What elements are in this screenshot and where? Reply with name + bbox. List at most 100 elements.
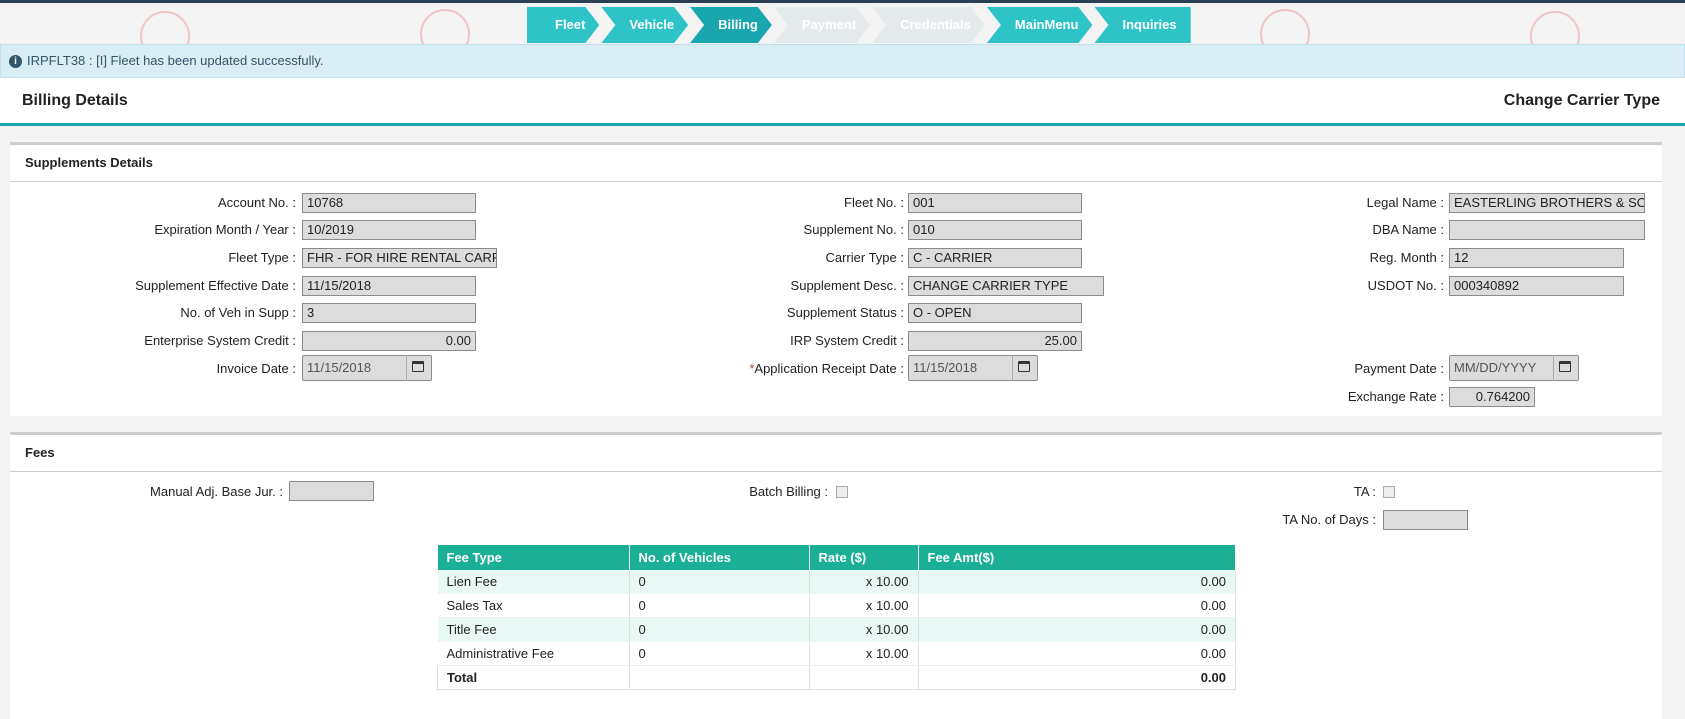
step-vehicle[interactable]: Vehicle <box>601 7 688 43</box>
rate-cell: x 10.00 <box>809 617 919 642</box>
payment-date-field[interactable]: MM/DD/YYYY <box>1449 355 1579 381</box>
payment-date-placeholder: MM/DD/YYYY <box>1454 360 1537 375</box>
no-veh-supp-label: No. of Veh in Supp : <box>180 305 296 320</box>
decor-ring <box>420 9 470 44</box>
total-amt: 0.00 <box>917 665 1236 690</box>
step-billing[interactable]: Billing <box>690 7 772 43</box>
supplement-no-label: Supplement No. : <box>803 222 904 237</box>
amt-cell: 0.00 <box>918 593 1236 618</box>
legal-name-field[interactable]: EASTERLING BROTHERS & SONS <box>1449 193 1645 213</box>
usdot-no-field[interactable]: 000340892 <box>1449 276 1624 296</box>
total-empty-cell <box>628 665 810 690</box>
info-alert: i IRPFLT38 : [I] Fleet has been updated … <box>0 44 1685 78</box>
ta-label: TA : <box>1353 484 1376 499</box>
irp-credit-field[interactable]: 25.00 <box>908 331 1082 351</box>
total-empty-cell <box>808 665 919 690</box>
supp-status-label: Supplement Status : <box>786 305 904 320</box>
vehicles-cell: 0 <box>629 593 810 618</box>
total-label: Total <box>437 665 630 690</box>
wizard-steps: Fleet Vehicle Billing Payment Credential… <box>527 7 1193 43</box>
fleet-type-label: Fleet Type : <box>228 250 296 265</box>
fees-title: Fees <box>10 435 1662 472</box>
irp-credit-label: IRP System Credit : <box>790 333 904 348</box>
reg-month-field[interactable]: 12 <box>1449 248 1624 268</box>
fee-type-cell: Title Fee <box>437 617 630 642</box>
page-subtitle: Change Carrier Type <box>1503 92 1660 109</box>
batch-billing-label: Batch Billing : <box>749 484 828 499</box>
ta-days-label: TA No. of Days : <box>1282 512 1376 527</box>
vehicles-cell: 0 <box>629 570 810 594</box>
manual-adj-label: Manual Adj. Base Jur. : <box>150 484 283 499</box>
no-veh-supp-field[interactable]: 3 <box>302 303 476 323</box>
total-row: Total 0.00 <box>437 665 1236 690</box>
supp-eff-date-label: Supplement Effective Date : <box>135 278 296 293</box>
payment-date-label: Payment Date : <box>1354 361 1444 376</box>
app-receipt-date-value: 11/15/2018 <box>913 360 978 375</box>
col-no-vehicles: No. of Vehicles <box>629 545 810 570</box>
dba-name-label: DBA Name : <box>1372 222 1444 237</box>
calendar-icon[interactable] <box>406 355 431 381</box>
ta-checkbox[interactable] <box>1383 486 1395 498</box>
table-row: Title Fee 0 x 10.00 0.00 <box>437 617 1236 642</box>
decor-ring <box>140 11 190 44</box>
supp-desc-label: Supplement Desc. : <box>790 278 904 293</box>
fee-type-cell: Administrative Fee <box>437 641 630 666</box>
top-bar: Fleet Vehicle Billing Payment Credential… <box>0 0 1685 44</box>
amt-cell: 0.00 <box>918 570 1236 594</box>
app-receipt-date-field[interactable]: 11/15/2018 <box>908 355 1038 381</box>
dba-name-field[interactable] <box>1449 220 1645 240</box>
decor-ring <box>1260 9 1310 44</box>
page-title: Billing Details <box>22 92 128 109</box>
step-mainmenu[interactable]: MainMenu <box>987 7 1093 43</box>
enterprise-credit-label: Enterprise System Credit : <box>144 333 296 348</box>
carrier-type-field[interactable]: C - CARRIER <box>908 248 1082 268</box>
calendar-icon[interactable] <box>1553 355 1578 381</box>
usdot-no-label: USDOT No. : <box>1367 278 1444 293</box>
amt-cell: 0.00 <box>918 641 1236 666</box>
exp-month-year-label: Expiration Month / Year : <box>154 222 296 237</box>
step-inquiries[interactable]: Inquiries <box>1094 7 1191 43</box>
calendar-icon[interactable] <box>1012 355 1037 381</box>
manual-adj-field[interactable] <box>289 481 374 501</box>
reg-month-label: Reg. Month : <box>1369 250 1444 265</box>
batch-billing-checkbox[interactable] <box>836 486 848 498</box>
ta-days-field[interactable] <box>1383 510 1468 530</box>
rate-cell: x 10.00 <box>809 641 919 666</box>
fees-table: Fee Type No. of Vehicles Rate ($) Fee Am… <box>437 545 1236 690</box>
fleet-no-label: Fleet No. : <box>844 195 904 210</box>
supp-desc-field[interactable]: CHANGE CARRIER TYPE <box>908 276 1104 296</box>
fleet-no-field[interactable]: 001 <box>908 193 1082 213</box>
exchange-rate-field[interactable]: 0.764200 <box>1449 387 1535 407</box>
account-no-field[interactable]: 10768 <box>302 193 476 213</box>
rate-cell: x 10.00 <box>809 570 919 594</box>
alert-message: IRPFLT38 : [I] Fleet has been updated su… <box>27 53 324 68</box>
vehicles-cell: 0 <box>629 617 810 642</box>
rate-cell: x 10.00 <box>809 593 919 618</box>
account-no-label: Account No. : <box>217 195 296 210</box>
step-credentials: Credentials <box>872 7 985 43</box>
fee-type-cell: Sales Tax <box>437 593 630 618</box>
page-header: Billing Details Change Carrier Type <box>0 78 1685 126</box>
supplement-no-field[interactable]: 010 <box>908 220 1082 240</box>
fleet-type-field[interactable]: FHR - FOR HIRE RENTAL CARRIER <box>302 248 497 268</box>
supp-eff-date-field[interactable]: 11/15/2018 <box>302 276 476 296</box>
table-header-row: Fee Type No. of Vehicles Rate ($) Fee Am… <box>437 545 1236 570</box>
amt-cell: 0.00 <box>918 617 1236 642</box>
exchange-rate-label: Exchange Rate : <box>1347 389 1444 404</box>
info-icon: i <box>9 55 22 68</box>
exp-month-year-field[interactable]: 10/2019 <box>302 220 476 240</box>
enterprise-credit-field[interactable]: 0.00 <box>302 331 476 351</box>
app-receipt-date-label-text: Application Receipt Date : <box>754 361 904 376</box>
table-row: Lien Fee 0 x 10.00 0.00 <box>437 570 1236 594</box>
table-row: Administrative Fee 0 x 10.00 0.00 <box>437 641 1236 666</box>
vehicles-cell: 0 <box>629 641 810 666</box>
step-fleet[interactable]: Fleet <box>527 7 599 43</box>
table-row: Sales Tax 0 x 10.00 0.00 <box>437 593 1236 618</box>
decor-ring <box>1530 11 1580 44</box>
carrier-type-label: Carrier Type : <box>825 250 904 265</box>
invoice-date-value: 11/15/2018 <box>307 360 372 375</box>
legal-name-label: Legal Name : <box>1366 195 1444 210</box>
col-rate: Rate ($) <box>809 545 919 570</box>
invoice-date-field[interactable]: 11/15/2018 <box>302 355 432 381</box>
supp-status-field[interactable]: O - OPEN <box>908 303 1082 323</box>
